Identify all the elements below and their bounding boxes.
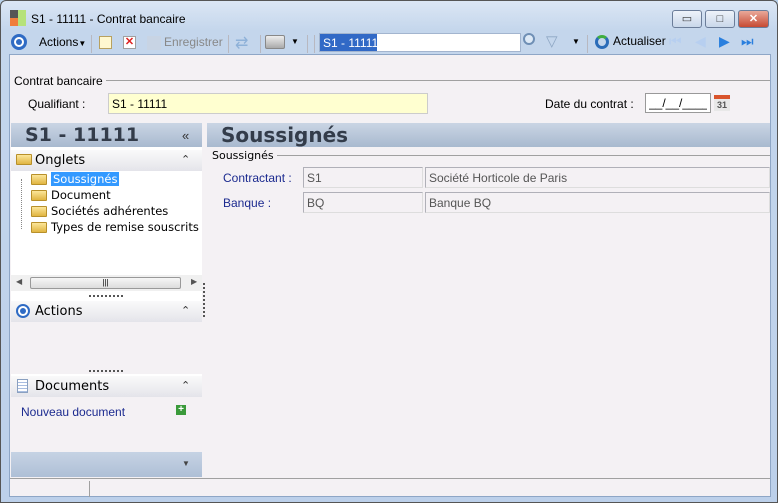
folder-icon [31,190,47,201]
contractant-name-field[interactable] [425,167,770,188]
dropdown-icon: ▼ [78,39,87,48]
tree-item-types-remise[interactable]: Types de remise souscrits [31,219,202,235]
previous-record-icon[interactable]: ◀ [695,33,706,50]
date-label: Date du contrat : [545,97,634,111]
separator [260,35,261,53]
document-icon [17,379,28,393]
print-dropdown-icon[interactable]: ▼ [291,37,299,46]
add-icon[interactable]: + [176,405,186,415]
contractant-code-field[interactable] [303,167,423,188]
scroll-right-icon[interactable]: ▶ [191,277,197,286]
tree-item-label: Sociétés adhérentes [51,204,169,218]
scroll-left-icon[interactable]: ◀ [16,277,22,286]
tree-item-soussignes[interactable]: Soussignés [31,171,120,187]
folder-icon [31,206,47,217]
dropdown-icon[interactable]: ▼ [182,459,190,468]
status-bar [10,478,770,497]
contractant-label: Contractant : [223,171,292,185]
save-icon [147,35,161,50]
save-button[interactable]: Enregistrer [147,35,223,50]
collapse-panel-button[interactable]: « [182,128,189,143]
folder-icon [31,222,47,233]
window: S1 - 11111 - Contrat bancaire ▭ □ ✕ Acti… [0,0,778,503]
actions-label: Actions [39,35,79,49]
separator [91,35,92,53]
refresh-button[interactable]: Actualiser [595,34,666,49]
splitter[interactable] [89,370,123,372]
horizontal-scrollbar[interactable]: ◀ ||| ▶ [11,275,202,291]
search-icon[interactable] [523,33,535,45]
refresh-label: Actualiser [613,34,666,48]
main-title: Soussignés [221,123,349,147]
new-icon[interactable] [99,36,112,49]
onglets-header[interactable]: Onglets ⌃ [11,150,202,171]
actions-title: Actions [35,304,83,319]
maximize-button[interactable]: □ [705,10,735,28]
divider [14,80,770,81]
tree-item-label: Soussignés [51,172,120,186]
vertical-splitter[interactable] [203,283,205,317]
calendar-icon[interactable]: 31 [714,95,730,111]
tree-item-document[interactable]: Document [31,187,111,203]
tree-item-label: Document [51,188,111,202]
actions-body [11,322,202,374]
qualifiant-label: Qualifiant : [28,97,86,111]
banque-name-field[interactable] [425,192,770,213]
toolbar: Actions▼ ✕ Enregistrer ⇄ ▼ ▽ ▼ Actualise… [9,31,771,53]
tree-lines [21,179,31,229]
left-panel: S1 - 11111 « Onglets ⌃ Soussignés Docume… [11,123,202,477]
form-group-title: Contrat bancaire [14,74,106,88]
main-group-title: Soussignés [212,149,277,162]
window-title: S1 - 11111 - Contrat bancaire [31,12,186,26]
separator [307,35,308,53]
collapse-chevron-icon[interactable]: ⌃ [181,153,190,166]
separator [314,35,315,53]
tree-item-societes-adherentes[interactable]: Sociétés adhérentes [31,203,168,219]
sync-icon[interactable]: ⇄ [235,33,248,53]
main-header: Soussignés [207,123,770,147]
splitter[interactable] [89,295,123,297]
delete-icon[interactable]: ✕ [123,36,136,49]
divider [212,155,770,156]
record-title: S1 - 11111 [25,124,140,146]
navigator-icon[interactable] [11,34,27,50]
documents-title: Documents [35,379,110,394]
actions-icon [16,304,30,318]
open-folder-icon [31,174,47,185]
app-icon [10,10,26,26]
search-input[interactable] [319,33,521,52]
next-record-icon[interactable]: ▶ [719,33,730,50]
separator [587,35,588,53]
filter-icon[interactable]: ▽ [546,32,558,50]
client-area: Contrat bancaire Qualifiant : Date du co… [9,54,771,497]
collapse-chevron-icon[interactable]: ⌃ [181,379,190,392]
panel-footer[interactable]: ▼ [11,452,202,477]
last-record-icon[interactable]: ⏭ [741,33,754,50]
print-icon[interactable] [265,35,285,49]
documents-header[interactable]: Documents ⌃ [11,376,202,397]
refresh-icon [595,34,609,49]
onglets-title: Onglets [35,153,86,168]
save-label: Enregistrer [164,35,223,49]
status-divider [89,481,90,497]
minimize-button[interactable]: ▭ [672,10,702,28]
left-panel-header: S1 - 11111 [11,123,202,147]
collapse-chevron-icon[interactable]: ⌃ [181,304,190,317]
close-button[interactable]: ✕ [738,10,769,28]
first-record-icon[interactable]: ⏮ [669,33,682,50]
actions-menu-button[interactable]: Actions▼ [39,35,86,49]
qualifiant-field[interactable] [108,93,428,114]
banque-code-field[interactable] [303,192,423,213]
date-field[interactable] [645,93,711,113]
documents-body: Nouveau document + [11,397,202,452]
separator [228,35,229,53]
actions-header[interactable]: Actions ⌃ [11,301,202,322]
tree-item-label: Types de remise souscrits [51,220,199,234]
filter-dropdown-icon[interactable]: ▼ [572,37,580,46]
scrollbar-thumb[interactable]: ||| [30,277,181,289]
new-document-link[interactable]: Nouveau document [21,405,125,419]
banque-label: Banque : [223,196,272,210]
folder-icon [16,154,32,165]
